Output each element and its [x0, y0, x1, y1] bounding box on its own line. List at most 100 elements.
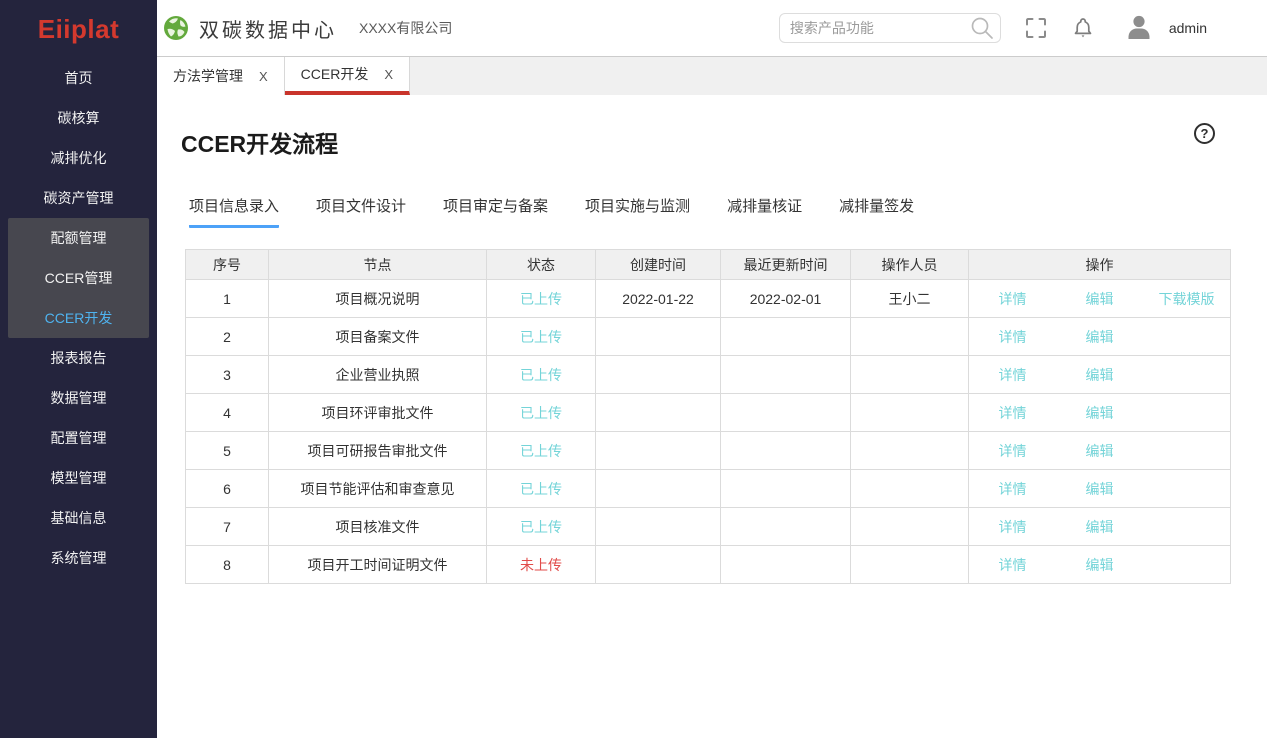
action-edit-link[interactable]: 编辑 [1056, 555, 1143, 575]
column-header-updated: 最近更新时间 [721, 250, 851, 280]
tab-emission-reduction-issuance[interactable]: 减排量签发 [839, 195, 914, 228]
sidebar-item-quota-management[interactable]: 配额管理 [8, 218, 149, 258]
action-edit-link[interactable]: 编辑 [1056, 365, 1143, 385]
table-row: 4 项目环评审批文件 已上传 详情 编辑 [186, 394, 1231, 432]
cell-operator: 王小二 [851, 280, 969, 318]
cell-seq: 5 [186, 432, 269, 470]
action-edit-link[interactable]: 编辑 [1056, 479, 1143, 499]
cell-updated [721, 470, 851, 508]
window-tab-methodology-management[interactable]: 方法学管理 X [157, 57, 285, 95]
action-details-link[interactable]: 详情 [969, 479, 1056, 499]
cell-node: 项目备案文件 [269, 318, 487, 356]
cell-updated [721, 508, 851, 546]
main-area: 双碳数据中心 XXXX有限公司 [157, 0, 1267, 738]
action-details-link[interactable]: 详情 [969, 441, 1056, 461]
fullscreen-icon[interactable] [1023, 15, 1049, 41]
cell-created [596, 356, 721, 394]
cell-operator [851, 432, 969, 470]
cell-updated [721, 546, 851, 584]
cell-operator [851, 318, 969, 356]
search-icon[interactable] [969, 15, 995, 41]
close-tab-icon[interactable]: X [384, 67, 393, 82]
cell-operator [851, 470, 969, 508]
table-row: 8 项目开工时间证明文件 未上传 详情 编辑 [186, 546, 1231, 584]
action-edit-link[interactable]: 编辑 [1056, 517, 1143, 537]
page-content: CCER开发流程 ? 项目信息录入 项目文件设计 项目审定与备案 项目实施与监测… [157, 95, 1267, 738]
page-title: CCER开发流程 [181, 125, 1267, 159]
globe-icon [163, 15, 189, 41]
action-edit-link[interactable]: 编辑 [1056, 327, 1143, 347]
status-badge: 已上传 [487, 432, 596, 470]
cell-node: 项目概况说明 [269, 280, 487, 318]
cell-seq: 1 [186, 280, 269, 318]
window-tab-label: 方法学管理 [173, 66, 243, 86]
tab-project-document-design[interactable]: 项目文件设计 [316, 195, 406, 228]
column-header-node: 节点 [269, 250, 487, 280]
sidebar-item-model-management[interactable]: 模型管理 [0, 458, 157, 498]
user-avatar-icon[interactable] [1123, 12, 1155, 44]
sidebar-item-carbon-accounting[interactable]: 碳核算 [0, 98, 157, 138]
tab-emission-reduction-verification[interactable]: 减排量核证 [727, 195, 802, 228]
cell-updated: 2022-02-01 [721, 280, 851, 318]
window-tab-label: CCER开发 [301, 64, 369, 84]
search-box [779, 13, 1001, 43]
cell-seq: 6 [186, 470, 269, 508]
table-row: 5 项目可研报告审批文件 已上传 详情 编辑 [186, 432, 1231, 470]
action-details-link[interactable]: 详情 [969, 365, 1056, 385]
tab-project-review-filing[interactable]: 项目审定与备案 [443, 195, 548, 228]
close-tab-icon[interactable]: X [259, 69, 268, 84]
tab-project-info-entry[interactable]: 项目信息录入 [189, 195, 279, 228]
cell-node: 项目节能评估和审查意见 [269, 470, 487, 508]
action-details-link[interactable]: 详情 [969, 517, 1056, 537]
action-details-link[interactable]: 详情 [969, 289, 1056, 309]
status-badge: 已上传 [487, 470, 596, 508]
cell-updated [721, 356, 851, 394]
sidebar-item-system-management[interactable]: 系统管理 [0, 538, 157, 578]
cell-operator [851, 508, 969, 546]
window-tab-ccer-development[interactable]: CCER开发 X [285, 57, 410, 95]
status-badge: 已上传 [487, 318, 596, 356]
username-label: admin [1169, 20, 1207, 36]
sidebar-logo: Eiiplat [0, 0, 157, 58]
action-download-template-link[interactable]: 下载模版 [1143, 289, 1230, 309]
sidebar-item-carbon-asset-management[interactable]: 碳资产管理 [0, 178, 157, 218]
help-icon[interactable]: ? [1194, 123, 1215, 144]
sidebar-item-emission-reduction-optimization[interactable]: 减排优化 [0, 138, 157, 178]
action-edit-link[interactable]: 编辑 [1056, 403, 1143, 423]
action-details-link[interactable]: 详情 [969, 555, 1056, 575]
cell-updated [721, 318, 851, 356]
action-details-link[interactable]: 详情 [969, 403, 1056, 423]
tab-project-implementation-monitoring[interactable]: 项目实施与监测 [585, 195, 690, 228]
sidebar-item-ccer-development[interactable]: CCER开发 [8, 298, 149, 338]
search-input[interactable] [780, 20, 969, 36]
cell-node: 项目核准文件 [269, 508, 487, 546]
sidebar-item-home[interactable]: 首页 [0, 58, 157, 98]
window-tab-strip: 方法学管理 X CCER开发 X [157, 57, 1267, 95]
sidebar-item-basic-info[interactable]: 基础信息 [0, 498, 157, 538]
action-edit-link[interactable]: 编辑 [1056, 289, 1143, 309]
cell-updated [721, 394, 851, 432]
sidebar-item-config-management[interactable]: 配置管理 [0, 418, 157, 458]
sidebar-item-data-management[interactable]: 数据管理 [0, 378, 157, 418]
cell-seq: 8 [186, 546, 269, 584]
status-badge: 已上传 [487, 280, 596, 318]
cell-seq: 2 [186, 318, 269, 356]
cell-seq: 7 [186, 508, 269, 546]
cell-created [596, 432, 721, 470]
table-header-row: 序号 节点 状态 创建时间 最近更新时间 操作人员 操作 [186, 250, 1231, 280]
process-table: 序号 节点 状态 创建时间 最近更新时间 操作人员 操作 1 项目概况说明 [185, 249, 1231, 584]
column-header-status: 状态 [487, 250, 596, 280]
brand-title: 双碳数据中心 [199, 14, 337, 43]
cell-operator [851, 356, 969, 394]
cell-created [596, 318, 721, 356]
action-edit-link[interactable]: 编辑 [1056, 441, 1143, 461]
table-row: 3 企业营业执照 已上传 详情 编辑 [186, 356, 1231, 394]
cell-created [596, 508, 721, 546]
sidebar-item-ccer-management[interactable]: CCER管理 [8, 258, 149, 298]
sidebar-item-reports[interactable]: 报表报告 [0, 338, 157, 378]
action-details-link[interactable]: 详情 [969, 327, 1056, 347]
cell-created [596, 394, 721, 432]
cell-node: 项目可研报告审批文件 [269, 432, 487, 470]
notification-bell-icon[interactable] [1069, 14, 1097, 42]
top-header-bar: 双碳数据中心 XXXX有限公司 [157, 0, 1267, 57]
